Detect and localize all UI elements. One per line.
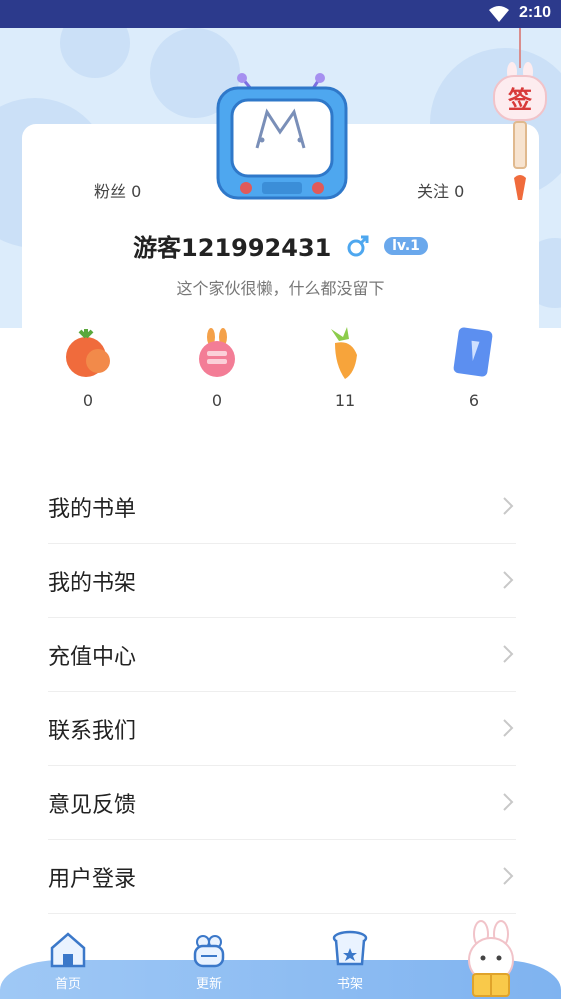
bookshelf-icon [332,930,368,966]
tab-label: 书架 [336,977,363,992]
tab-label: 首页 [54,977,81,992]
rabbit-coin-icon [199,328,235,377]
level-badge: lv.1 [384,236,428,255]
ticket-icon [453,327,493,377]
chevron-right-icon [503,719,514,737]
status-bar: 2:10 [0,0,561,28]
stat-value: 0 [82,391,94,410]
menu-item-bookshelf[interactable]: 我的书架 [48,544,516,618]
bottom-tab-bar: 首页 更新 书架 [0,920,561,999]
menu-item-label: 联系我们 [48,718,137,744]
bio-text: 这个家伙很懒，什么都没留下 [176,279,385,298]
menu-item-login[interactable]: 用户登录 [48,840,516,914]
fans-count[interactable]: 粉丝 0 [94,178,141,202]
male-icon [347,235,369,256]
tab-mine[interactable] [455,920,525,1003]
menu-item-contact-us[interactable]: 联系我们 [48,692,516,766]
sign-in-button[interactable]: 签 [488,28,552,208]
stat-rabbit-coin[interactable]: 0 [177,325,257,410]
stat-value: 11 [334,391,356,410]
chevron-right-icon [503,867,514,885]
menu-item-recharge[interactable]: 充值中心 [48,618,516,692]
menu-item-label: 我的书架 [48,570,137,596]
menu-item-label: 充值中心 [48,644,137,670]
menu-list: 我的书单 我的书架 充值中心 联系我们 意见反馈 用户登录 [48,470,516,914]
chevron-right-icon [503,793,514,811]
home-icon [50,932,86,968]
update-icon [193,935,225,968]
sign-in-label: 签 [507,86,533,114]
tab-label: 更新 [195,977,222,992]
menu-item-label: 用户登录 [48,866,137,892]
tab-update[interactable]: 更新 [174,930,244,992]
menu-item-feedback[interactable]: 意见反馈 [48,766,516,840]
follows-count[interactable]: 关注 0 [417,178,464,202]
chevron-right-icon [503,645,514,663]
chevron-right-icon [503,497,514,515]
tomato-icon [66,329,110,377]
menu-item-label: 意见反馈 [48,792,137,818]
stat-ticket[interactable]: 6 [434,325,514,410]
menu-item-book-list[interactable]: 我的书单 [48,470,516,544]
stat-value: 6 [468,391,480,410]
stat-value: 0 [211,391,223,410]
mine-rabbit-icon [468,920,514,997]
tab-home[interactable]: 首页 [33,930,103,992]
username-row: 游客121992431 lv.1 [0,228,561,263]
stat-tomato[interactable]: 0 [48,325,128,410]
carrot-icon [331,327,357,379]
wifi-icon [489,6,509,22]
tab-bookshelf[interactable]: 书架 [315,930,385,992]
chevron-right-icon [503,571,514,589]
stat-carrot[interactable]: 11 [305,325,385,410]
status-time: 2:10 [518,4,551,21]
username: 游客121992431 [133,234,332,262]
avatar[interactable] [212,70,352,210]
stats-row: 0 0 11 6 [0,325,561,415]
menu-item-label: 我的书单 [48,496,137,522]
